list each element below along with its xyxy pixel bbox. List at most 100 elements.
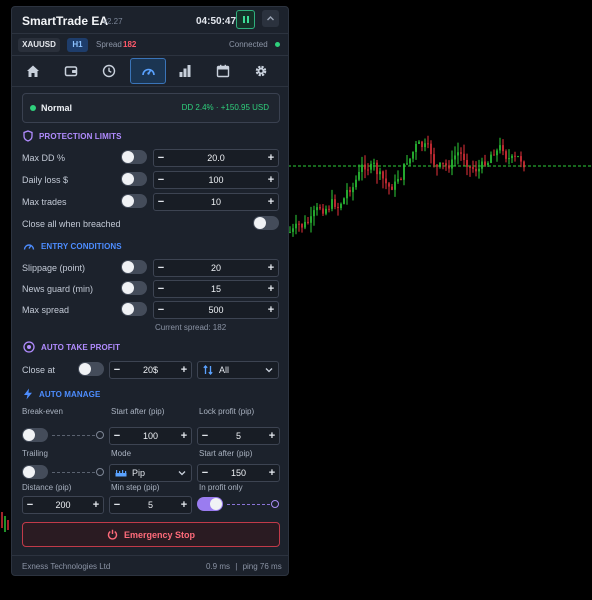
take-profit-scope-select[interactable]: All <box>197 361 279 379</box>
close-all-toggle[interactable] <box>253 216 279 230</box>
decrement-button[interactable]: − <box>154 194 168 210</box>
daily-loss-toggle[interactable] <box>121 172 147 186</box>
increment-button[interactable]: + <box>265 465 279 481</box>
min-step-stepper[interactable]: − 5 + <box>109 496 192 514</box>
increment-button[interactable]: + <box>264 281 278 297</box>
max-dd-toggle[interactable] <box>121 150 147 164</box>
slippage-stepper[interactable]: − 20 + <box>153 259 279 277</box>
sort-arrows-icon <box>203 365 213 375</box>
status-dot <box>30 105 36 111</box>
trailing-mode-select[interactable]: Pip <box>109 464 192 482</box>
increment-button[interactable]: + <box>265 428 279 444</box>
max-trades-value[interactable]: 10 <box>168 194 264 210</box>
emergency-stop-button[interactable]: Emergency Stop <box>22 522 280 547</box>
candle-body <box>499 145 501 151</box>
tab-calendar[interactable] <box>206 59 240 83</box>
wallet-icon <box>64 66 78 77</box>
increment-button[interactable]: + <box>89 497 103 513</box>
decrement-button[interactable]: − <box>154 302 168 318</box>
tab-risk[interactable] <box>130 58 166 84</box>
increment-button[interactable]: + <box>264 194 278 210</box>
decrement-button[interactable]: − <box>154 172 168 188</box>
candle-body <box>478 168 480 172</box>
timeframe-badge[interactable]: H1 <box>67 38 88 52</box>
tab-stats[interactable] <box>168 59 202 83</box>
news-guard-toggle[interactable] <box>121 281 147 295</box>
candle-body <box>409 158 411 164</box>
start-after-stepper[interactable]: − 100 + <box>109 427 192 445</box>
in-profit-connector <box>227 504 270 505</box>
tab-wallet[interactable] <box>54 59 88 83</box>
slippage-toggle[interactable] <box>121 260 147 274</box>
pause-button[interactable] <box>236 10 255 29</box>
decrement-button[interactable]: − <box>198 465 212 481</box>
collapse-button[interactable] <box>262 10 279 27</box>
decrement-button[interactable]: − <box>110 362 124 378</box>
max-dd-value[interactable]: 20.0 <box>168 150 264 166</box>
decrement-button[interactable]: − <box>154 150 168 166</box>
power-icon <box>107 529 118 540</box>
candle-body <box>367 169 369 171</box>
max-dd-stepper[interactable]: − 20.0 + <box>153 149 279 167</box>
take-profit-toggle[interactable] <box>78 362 104 376</box>
candle-body <box>313 210 315 217</box>
symbol-badge[interactable]: XAUUSD <box>18 38 60 52</box>
slippage-value[interactable]: 20 <box>168 260 264 276</box>
close-at-stepper[interactable]: − 20$ + <box>109 361 192 379</box>
decrement-button[interactable]: − <box>110 497 124 513</box>
trail-start-stepper[interactable]: − 150 + <box>197 464 280 482</box>
min-step-value[interactable]: 5 <box>124 497 177 513</box>
tab-settings[interactable] <box>244 59 278 83</box>
max-spread-toggle[interactable] <box>121 302 147 316</box>
increment-button[interactable]: + <box>264 172 278 188</box>
decrement-button[interactable]: − <box>23 497 37 513</box>
candle-body <box>439 162 441 167</box>
increment-button[interactable]: + <box>177 428 191 444</box>
increment-button[interactable]: + <box>177 362 191 378</box>
candle-body <box>493 154 495 156</box>
lock-profit-stepper[interactable]: − 5 + <box>197 427 280 445</box>
increment-button[interactable]: + <box>264 302 278 318</box>
increment-button[interactable]: + <box>264 150 278 166</box>
daily-loss-value[interactable]: 100 <box>168 172 264 188</box>
lock-profit-value[interactable]: 5 <box>212 428 265 444</box>
max-trades-toggle[interactable] <box>121 194 147 208</box>
ruler-icon <box>115 470 127 477</box>
candle-body <box>520 156 522 162</box>
candle-body <box>487 162 489 166</box>
drawdown-summary: DD 2.4% · +150.95 USD <box>181 103 269 112</box>
start-after-label: Start after (pip) <box>111 407 165 416</box>
max-trades-stepper[interactable]: − 10 + <box>153 193 279 211</box>
decrement-button[interactable]: − <box>110 428 124 444</box>
close-at-value[interactable]: 20$ <box>124 362 177 378</box>
chevron-up-icon <box>267 16 274 21</box>
take-profit-section-header: AUTO TAKE PROFIT <box>23 341 120 353</box>
news-guard-stepper[interactable]: − 15 + <box>153 280 279 298</box>
start-after-value[interactable]: 100 <box>124 428 177 444</box>
in-profit-toggle[interactable] <box>197 497 223 511</box>
daily-loss-stepper[interactable]: − 100 + <box>153 171 279 189</box>
candle-body <box>364 164 366 170</box>
decrement-button[interactable]: − <box>154 281 168 297</box>
trailing-label: Trailing <box>22 449 48 458</box>
trail-start-value[interactable]: 150 <box>212 465 265 481</box>
news-guard-label: News guard (min) <box>22 284 94 294</box>
tab-history[interactable] <box>92 59 126 83</box>
decrement-button[interactable]: − <box>154 260 168 276</box>
max-spread-stepper[interactable]: − 500 + <box>153 301 279 319</box>
protection-section-header: PROTECTION LIMITS <box>23 130 122 142</box>
app-version: v2.27 <box>103 17 123 26</box>
candle-body <box>391 186 393 190</box>
candle-body <box>481 161 483 169</box>
break-even-toggle[interactable] <box>22 428 48 442</box>
trailing-toggle[interactable] <box>22 465 48 479</box>
distance-value[interactable]: 200 <box>37 497 89 513</box>
news-guard-value[interactable]: 15 <box>168 281 264 297</box>
max-spread-value[interactable]: 500 <box>168 302 264 318</box>
increment-button[interactable]: + <box>177 497 191 513</box>
candle-body <box>406 163 408 165</box>
distance-stepper[interactable]: − 200 + <box>22 496 104 514</box>
increment-button[interactable]: + <box>264 260 278 276</box>
tab-home[interactable] <box>16 59 50 83</box>
decrement-button[interactable]: − <box>198 428 212 444</box>
